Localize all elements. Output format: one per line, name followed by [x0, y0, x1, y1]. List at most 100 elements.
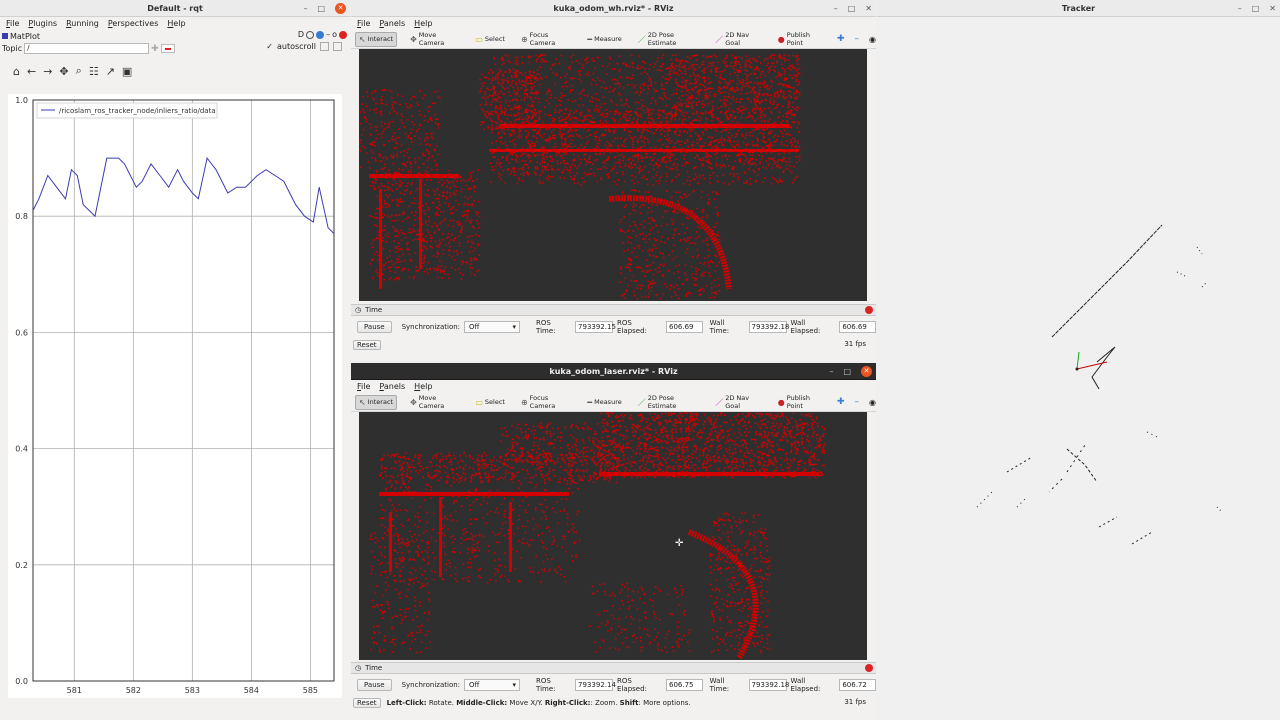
- remove-topic-icon[interactable]: [160, 44, 175, 53]
- hint-shift: Shift: [619, 699, 639, 707]
- nav-goal-tool[interactable]: ／ 2D Nav Goal: [712, 392, 765, 412]
- add-tool-icon[interactable]: ✚: [837, 34, 845, 44]
- minimize-icon[interactable]: –: [829, 363, 833, 380]
- y-tick-label: 0.0: [15, 677, 28, 686]
- measure-tool[interactable]: ━ Measure: [584, 396, 624, 409]
- rviz-top-title: kuka_odom_wh.rviz* - RViz: [553, 4, 674, 13]
- menu-panels[interactable]: Panels: [379, 17, 405, 30]
- save-icon[interactable]: ▣: [122, 65, 132, 78]
- menu-panels[interactable]: Panels: [379, 380, 405, 393]
- menu-file[interactable]: File: [357, 380, 370, 393]
- close-icon[interactable]: ✕: [865, 0, 872, 17]
- minimize-icon[interactable]: –: [303, 0, 307, 17]
- tracker-titlebar[interactable]: Tracker – □ ✕: [877, 0, 1280, 17]
- maximize-icon[interactable]: □: [1252, 0, 1260, 17]
- laser-scan: [976, 224, 1223, 545]
- pause-button[interactable]: Pause: [357, 321, 392, 333]
- publish-point-tool[interactable]: ● Publish Point: [775, 29, 827, 49]
- reset-button[interactable]: Reset: [353, 340, 381, 350]
- clear-plot-icon[interactable]: [333, 42, 342, 51]
- tracker-canvas[interactable]: [877, 17, 1280, 720]
- minimize-icon[interactable]: –: [1238, 0, 1242, 17]
- autoscroll-checkbox[interactable]: ✓: [266, 42, 273, 51]
- pause-plot-icon[interactable]: [320, 42, 329, 51]
- measure-tool[interactable]: ━ Measure: [584, 33, 624, 46]
- back-icon[interactable]: ←: [27, 65, 36, 78]
- ros-time-label: ROS Time:: [536, 677, 556, 693]
- remove-tool-icon[interactable]: –: [855, 397, 860, 407]
- wall-elapsed-label: Wall Elapsed:: [790, 319, 821, 335]
- reset-label: Reset: [357, 699, 377, 707]
- tool-label: Measure: [594, 35, 622, 43]
- ros-elapsed-field: 606.69: [666, 321, 703, 333]
- focus-camera-tool[interactable]: ⊕ Focus Camera: [518, 29, 574, 49]
- remove-tool-icon[interactable]: –: [855, 34, 860, 44]
- zoom-icon[interactable]: ⌕: [76, 64, 82, 78]
- reset-button[interactable]: Reset: [353, 698, 381, 708]
- publish-point-tool[interactable]: ● Publish Point: [775, 392, 827, 412]
- rqt-titlebar[interactable]: Default - rqt – □ ✕: [0, 0, 350, 17]
- view-options-icon[interactable]: ◉: [869, 35, 876, 44]
- panel-close-icon[interactable]: [865, 306, 873, 314]
- rviz-top-titlebar[interactable]: kuka_odom_wh.rviz* - RViz – □ ✕: [351, 0, 876, 17]
- configure-icon[interactable]: ☷: [89, 65, 99, 78]
- close-icon[interactable]: ✕: [861, 366, 872, 377]
- sync-select[interactable]: Off: [464, 321, 521, 333]
- time-panel: ◷ Time Pause Synchronization: Off ROS Ti…: [351, 662, 876, 710]
- pointcloud-render: [369, 412, 826, 660]
- move-camera-tool[interactable]: ✥ Move Camera: [407, 29, 462, 49]
- menu-running[interactable]: Running: [66, 17, 99, 30]
- maximize-icon[interactable]: □: [848, 0, 856, 17]
- focus-camera-tool[interactable]: ⊕ Focus Camera: [518, 392, 574, 412]
- axes-icon[interactable]: ↗: [106, 65, 115, 78]
- help-icon[interactable]: [316, 30, 325, 39]
- select-icon: ▭: [475, 397, 483, 407]
- menu-file[interactable]: File: [357, 17, 370, 30]
- pan-icon[interactable]: ✥: [59, 65, 68, 78]
- menu-help[interactable]: Help: [167, 17, 185, 30]
- rviz-bottom-titlebar[interactable]: kuka_odom_laser.rviz* - RViz – □ ✕: [351, 363, 876, 380]
- minimize-plugin-icon[interactable]: –: [326, 30, 330, 39]
- add-tool-icon[interactable]: ✚: [837, 397, 845, 407]
- rviz-bottom-title: kuka_odom_laser.rviz* - RViz: [549, 367, 678, 376]
- 3d-viewport[interactable]: ✛: [359, 412, 867, 660]
- float-icon[interactable]: o: [332, 30, 337, 39]
- close-icon[interactable]: ✕: [1269, 0, 1276, 17]
- dock-button[interactable]: D: [298, 30, 304, 39]
- close-plugin-icon[interactable]: [339, 30, 347, 39]
- 3d-viewport[interactable]: [359, 49, 867, 301]
- pose-origin: [1075, 367, 1079, 371]
- close-icon[interactable]: ✕: [335, 3, 346, 14]
- scan-wall-2: [1091, 346, 1116, 390]
- reload-icon[interactable]: [306, 30, 315, 39]
- plugin-name: MatPlot: [10, 31, 41, 41]
- minimize-icon[interactable]: –: [834, 0, 838, 17]
- interact-tool[interactable]: ↖ Interact: [355, 31, 398, 47]
- home-icon[interactable]: ⌂: [13, 65, 20, 78]
- forward-icon[interactable]: →: [43, 65, 52, 78]
- maximize-icon[interactable]: □: [317, 0, 325, 17]
- rviz-bottom-window: kuka_odom_laser.rviz* - RViz – □ ✕ File …: [351, 363, 876, 720]
- menu-file[interactable]: File: [6, 17, 19, 30]
- select-tool[interactable]: ▭ Select: [472, 33, 508, 46]
- menu-plugins[interactable]: Plugins: [28, 17, 57, 30]
- topic-input[interactable]: /: [24, 43, 150, 54]
- nav-goal-tool[interactable]: ／ 2D Nav Goal: [712, 29, 765, 49]
- pose-estimate-tool[interactable]: ／ 2D Pose Estimate: [635, 29, 702, 49]
- plot-canvas[interactable]: 0.0 0.2 0.4 0.6 0.8 1.0 581 582 583 584 585/ricosl…: [8, 94, 342, 698]
- view-options-icon[interactable]: ◉: [869, 398, 876, 407]
- interact-tool[interactable]: ↖ Interact: [355, 394, 398, 410]
- menu-perspectives[interactable]: Perspectives: [108, 17, 159, 30]
- maximize-icon[interactable]: □: [843, 363, 851, 380]
- pause-button[interactable]: Pause: [357, 679, 392, 691]
- cursor-icon: ↖: [359, 397, 366, 407]
- select-tool[interactable]: ▭ Select: [472, 396, 508, 409]
- move-camera-tool[interactable]: ✥ Move Camera: [407, 392, 462, 412]
- pose-estimate-tool[interactable]: ／ 2D Pose Estimate: [635, 392, 702, 412]
- x-tick-label: 585: [303, 686, 318, 695]
- panel-close-icon[interactable]: [865, 664, 873, 672]
- add-topic-icon[interactable]: ✚: [151, 44, 159, 54]
- purple-arrow-icon: ／: [715, 34, 724, 44]
- sync-select[interactable]: Off: [464, 679, 521, 691]
- pause-label: Pause: [364, 681, 385, 689]
